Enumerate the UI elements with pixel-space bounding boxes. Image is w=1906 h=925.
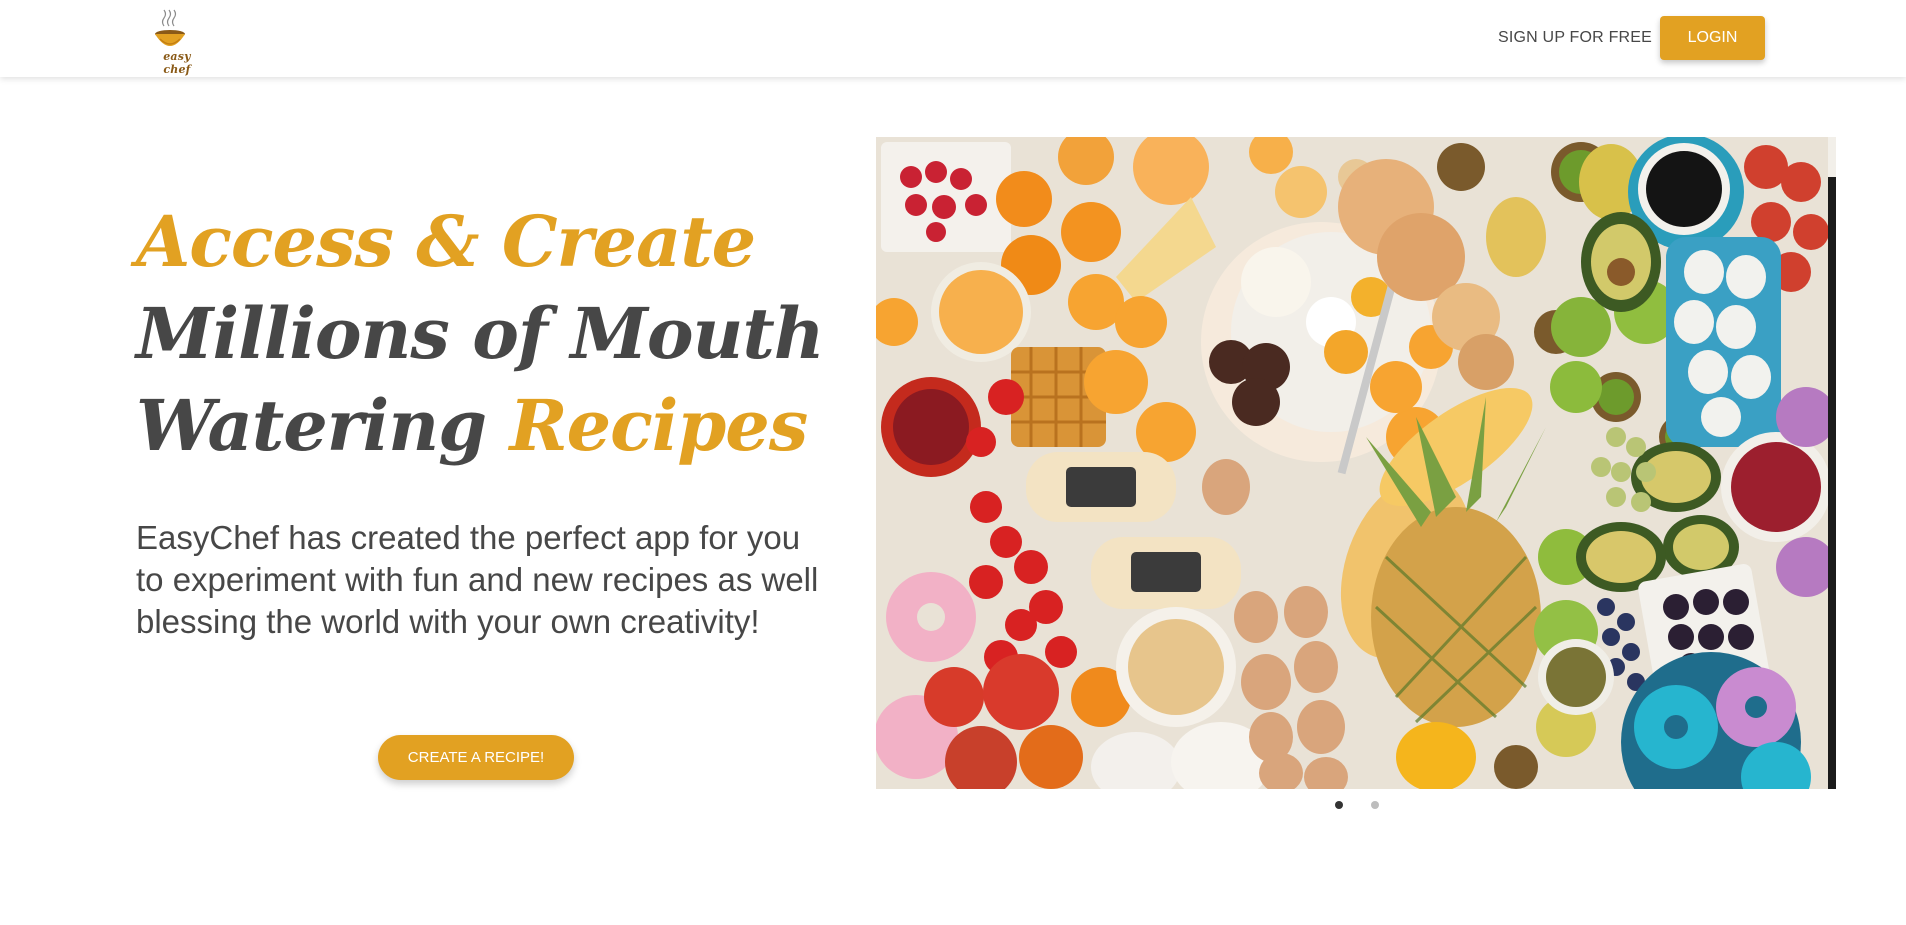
carousel-dot-2[interactable]: [1371, 801, 1379, 809]
image-carousel[interactable]: [876, 137, 1836, 789]
navbar: easy chef SIGN UP FOR FREE LOGIN: [0, 0, 1906, 77]
headline-line-3: Watering: [136, 384, 510, 467]
login-button[interactable]: LOGIN: [1660, 16, 1765, 60]
hero-description: EasyChef has created the perfect app for…: [136, 519, 819, 640]
logo-text: easy chef: [163, 50, 191, 76]
headline-accent-2: Recipes: [509, 384, 808, 467]
headline-accent-1: Access & Create: [136, 200, 756, 283]
food-spread-image: [876, 137, 1836, 789]
headline-line-2: Millions of Mouth: [136, 292, 825, 375]
carousel-dot-1[interactable]: [1335, 801, 1343, 809]
carousel-indicators: [1330, 801, 1380, 811]
sign-up-link[interactable]: SIGN UP FOR FREE: [1498, 29, 1652, 47]
create-recipe-button[interactable]: CREATE A RECIPE!: [378, 735, 574, 780]
hero-headline: Access & Create Millions of Mouth Wateri…: [136, 196, 836, 472]
